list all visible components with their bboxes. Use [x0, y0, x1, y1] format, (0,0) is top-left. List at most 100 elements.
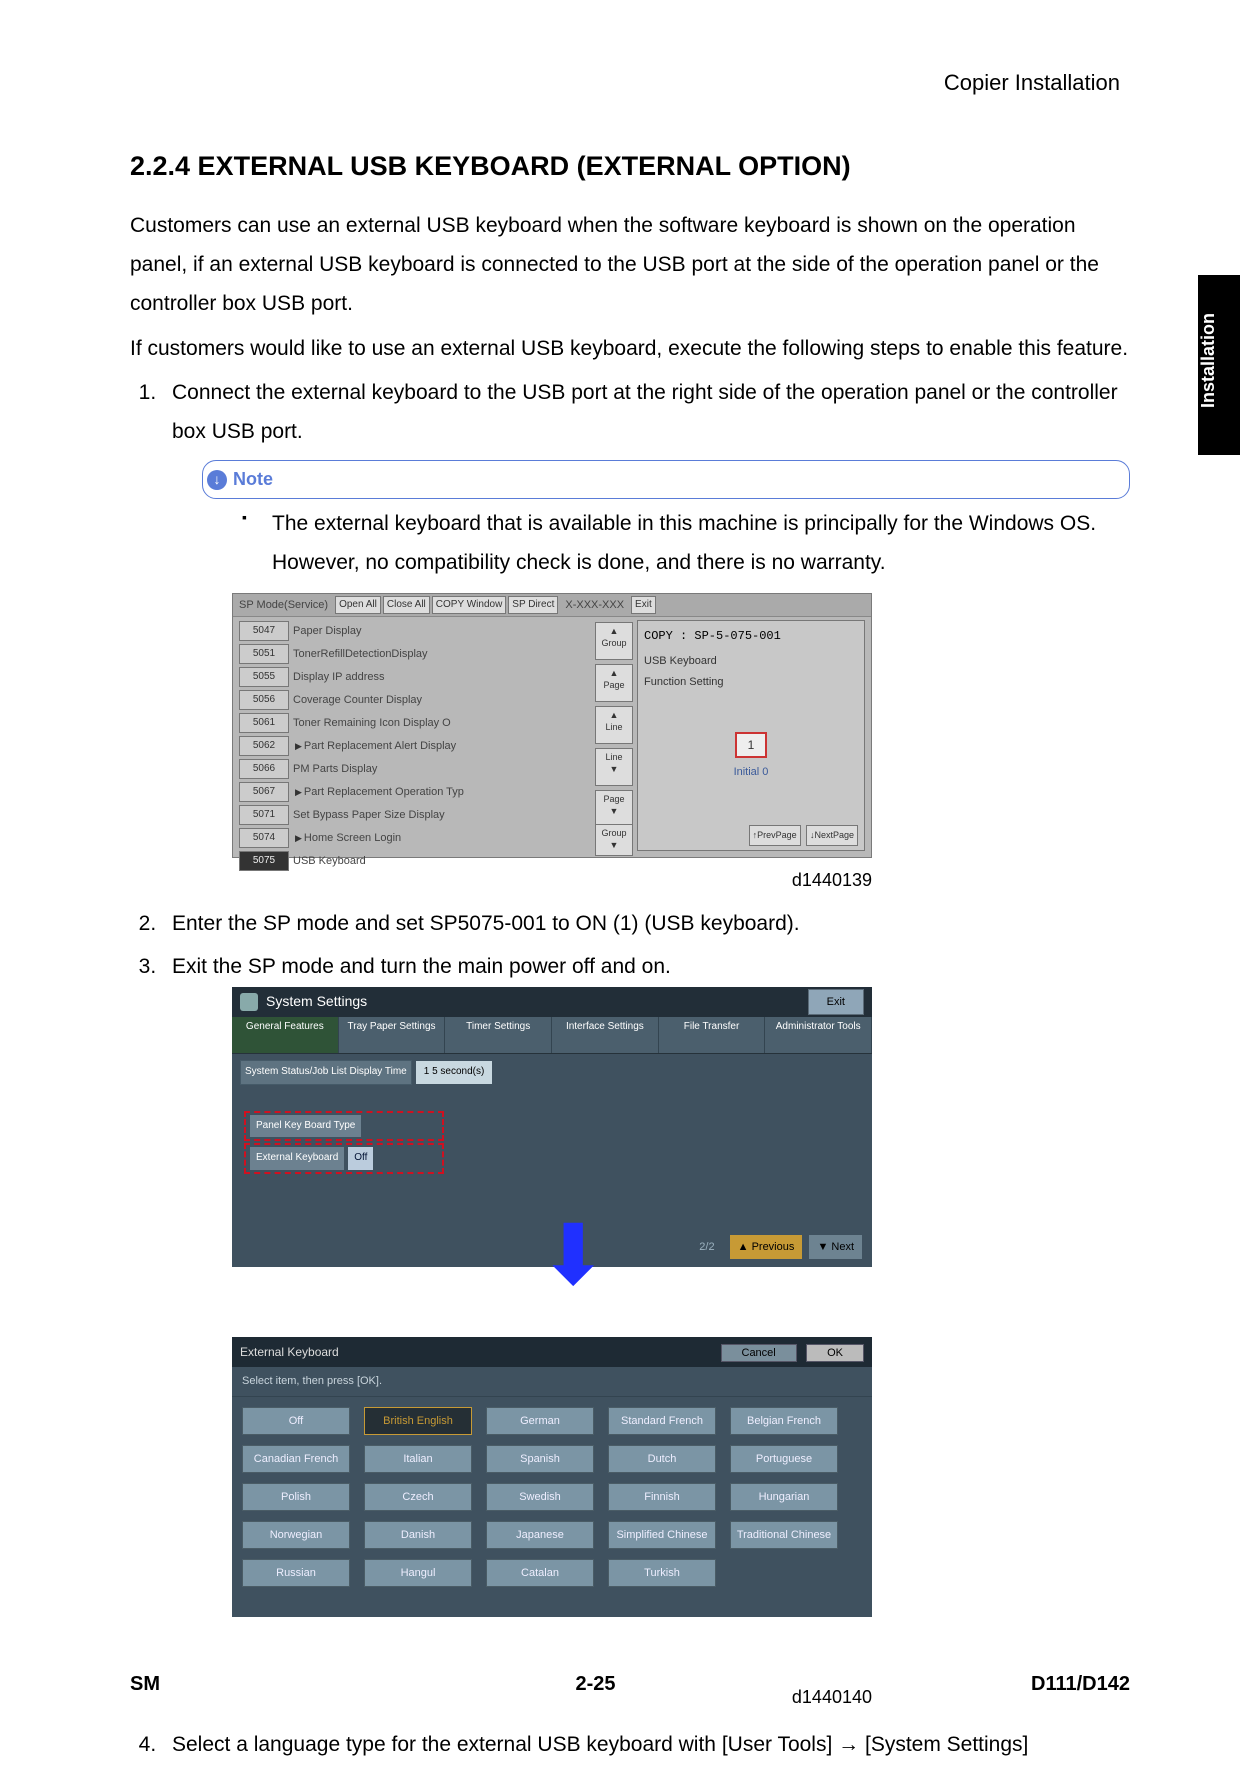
section-title: 2.2.4 EXTERNAL USB KEYBOARD (EXTERNAL OP… [130, 151, 1130, 182]
close-all-button[interactable]: Close All [383, 596, 430, 614]
step-3: Exit the SP mode and turn the main power… [162, 948, 1130, 1714]
sp-code: X-XXX-XXX [559, 595, 630, 615]
step-4: Select a language type for the external … [162, 1726, 1130, 1765]
page-up-button[interactable]: Page [595, 664, 633, 702]
tab-file-transfer[interactable]: File Transfer [659, 1017, 766, 1053]
sp-item-label: USB Keyboard [293, 851, 366, 871]
lang-german[interactable]: German [486, 1407, 594, 1435]
sp-item-5075[interactable]: 5075 [239, 851, 289, 871]
status-display-time-button[interactable]: System Status/Job List Display Time [240, 1060, 412, 1085]
lang-simplified-chinese[interactable]: Simplified Chinese [608, 1521, 716, 1549]
intro-p2: If customers would like to use an extern… [130, 330, 1130, 369]
status-display-time-value: 1 5 second(s) [416, 1061, 493, 1084]
sp-item-5074[interactable]: 5074 [239, 828, 289, 848]
lang-british-english[interactable]: British English [364, 1407, 472, 1435]
footer-right: D111/D142 [1031, 1673, 1130, 1696]
arrow-down-icon: ⬇ [538, 1225, 608, 1285]
lang-danish[interactable]: Danish [364, 1521, 472, 1549]
sp-mode-screenshot: SP Mode(Service) Open All Close All COPY… [232, 593, 872, 858]
line-up-button[interactable]: Line [595, 706, 633, 744]
next-page-button[interactable]: ↓NextPage [806, 825, 858, 846]
lang-hangul[interactable]: Hangul [364, 1559, 472, 1587]
expand-icon: ▶ [295, 784, 302, 801]
tab-administrator-tools[interactable]: Administrator Tools [765, 1017, 872, 1053]
lang-off[interactable]: Off [242, 1407, 350, 1435]
sp-item-5055[interactable]: 5055 [239, 667, 289, 687]
page-header: Copier Installation [130, 70, 1120, 96]
lang-polish[interactable]: Polish [242, 1483, 350, 1511]
copy-window-button[interactable]: COPY Window [432, 596, 507, 614]
expand-icon: ▶ [295, 738, 302, 755]
lang-canadian-french[interactable]: Canadian French [242, 1445, 350, 1473]
lang-finnish[interactable]: Finnish [608, 1483, 716, 1511]
panel-keyboard-row[interactable]: Panel Key Board Type [244, 1111, 444, 1142]
lang-spanish[interactable]: Spanish [486, 1445, 594, 1473]
sp-item-label: Display IP address [293, 667, 385, 687]
step-2: Enter the SP mode and set SP5075-001 to … [162, 905, 1130, 944]
system-settings-title: System Settings [266, 989, 367, 1015]
exit-button[interactable]: Exit [808, 989, 864, 1015]
lang-russian[interactable]: Russian [242, 1559, 350, 1587]
page-down-button[interactable]: Page [595, 790, 633, 828]
sp-initial: Initial 0 [638, 762, 864, 782]
lang-portuguese[interactable]: Portuguese [730, 1445, 838, 1473]
lang-italian[interactable]: Italian [364, 1445, 472, 1473]
tab-interface-settings[interactable]: Interface Settings [552, 1017, 659, 1053]
ok-button[interactable]: OK [806, 1344, 864, 1362]
sp-item-5067[interactable]: 5067 [239, 782, 289, 802]
lang-norwegian[interactable]: Norwegian [242, 1521, 350, 1549]
group-up-button[interactable]: Group [595, 622, 633, 660]
sp-item-label: Coverage Counter Display [293, 690, 422, 710]
sp-item-5061[interactable]: 5061 [239, 713, 289, 733]
note-bullet: The external keyboard that is available … [272, 505, 1130, 583]
sp-item-5056[interactable]: 5056 [239, 690, 289, 710]
sp-item-label: TonerRefillDetectionDisplay [293, 644, 428, 664]
lang-turkish[interactable]: Turkish [608, 1559, 716, 1587]
tab-timer-settings[interactable]: Timer Settings [445, 1017, 552, 1053]
note-down-icon: ↓ [207, 470, 227, 490]
sp-right-sub2: Function Setting [638, 672, 864, 692]
note-box: ↓ Note [202, 460, 1130, 499]
external-keyboard-title: External Keyboard [240, 1341, 339, 1363]
sp-direct-button[interactable]: SP Direct [508, 596, 558, 614]
lang-hungarian[interactable]: Hungarian [730, 1483, 838, 1511]
external-keyboard-row[interactable]: External Keyboard Off [244, 1143, 444, 1174]
group-down-button[interactable]: Group [595, 824, 633, 856]
sp-right-title: COPY : SP-5-075-001 [638, 621, 864, 651]
side-tab-installation: Installation [1198, 275, 1240, 455]
lang-belgian-french[interactable]: Belgian French [730, 1407, 838, 1435]
sp-item-5051[interactable]: 5051 [239, 644, 289, 664]
sp-value-box: 1 [735, 732, 767, 758]
note-label: Note [233, 463, 273, 496]
sp-item-5047[interactable]: 5047 [239, 621, 289, 641]
lang-czech[interactable]: Czech [364, 1483, 472, 1511]
intro-p1: Customers can use an external USB keyboa… [130, 207, 1130, 324]
step-1: Connect the external keyboard to the USB… [162, 374, 1130, 897]
cancel-button[interactable]: Cancel [721, 1344, 797, 1362]
tab-tray-paper-settings[interactable]: Tray Paper Settings [339, 1017, 446, 1053]
open-all-button[interactable]: Open All [335, 596, 381, 614]
sp-item-5071[interactable]: 5071 [239, 805, 289, 825]
select-hint: Select item, then press [OK]. [232, 1367, 872, 1396]
lang-swedish[interactable]: Swedish [486, 1483, 594, 1511]
lang-traditional-chinese[interactable]: Traditional Chinese [730, 1521, 838, 1549]
tab-general-features[interactable]: General Features [232, 1017, 339, 1053]
sp-item-5062[interactable]: 5062 [239, 736, 289, 756]
system-settings-screenshot: System Settings Exit General FeaturesTra… [232, 987, 872, 1677]
sp-item-label: Home Screen Login [304, 828, 401, 848]
exit-button[interactable]: Exit [631, 596, 656, 614]
page-indicator: 2/2 [691, 1235, 722, 1259]
lang-japanese[interactable]: Japanese [486, 1521, 594, 1549]
sp-item-label: Paper Display [293, 621, 361, 641]
sp-item-label: Part Replacement Alert Display [304, 736, 456, 756]
sp-item-5066[interactable]: 5066 [239, 759, 289, 779]
prev-page-button[interactable]: ↑PrevPage [749, 825, 801, 846]
lang-dutch[interactable]: Dutch [608, 1445, 716, 1473]
lang-standard-french[interactable]: Standard French [608, 1407, 716, 1435]
line-down-button[interactable]: Line [595, 748, 633, 786]
next-button[interactable]: ▼ Next [809, 1235, 862, 1259]
lang-catalan[interactable]: Catalan [486, 1559, 594, 1587]
sp-item-label: Set Bypass Paper Size Display [293, 805, 445, 825]
previous-button[interactable]: ▲ Previous [730, 1235, 803, 1259]
sp-item-label: Part Replacement Operation Typ [304, 782, 464, 802]
